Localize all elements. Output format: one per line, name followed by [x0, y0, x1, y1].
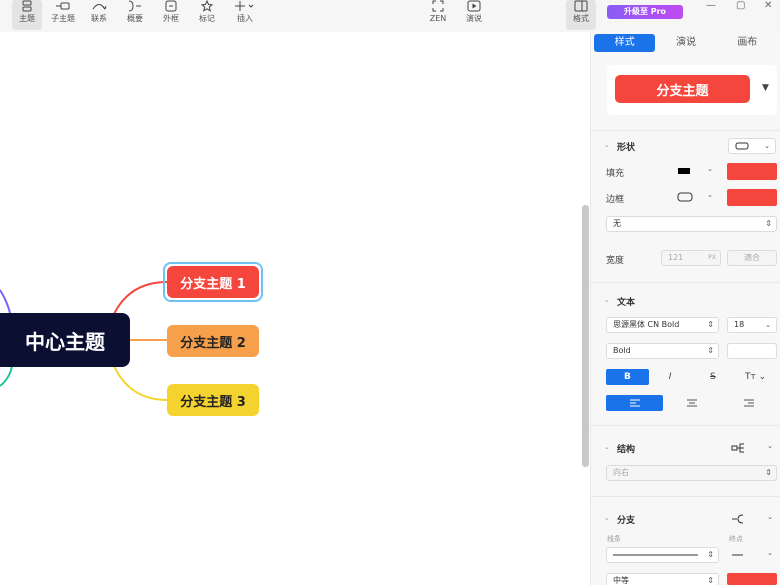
solid-line-icon	[613, 554, 698, 556]
chevron-down-icon: ⌄	[764, 142, 770, 150]
border-shape-dropdown[interactable]: ⌄	[671, 189, 717, 205]
minimize-icon[interactable]: —	[706, 0, 716, 11]
align-right-icon	[743, 399, 754, 407]
divider	[591, 282, 780, 283]
collapse-shape-icon[interactable]: ⌄	[604, 141, 610, 149]
chevron-down-icon: ⌄	[707, 191, 713, 199]
text-format-buttons: B I S Tт ⌄	[606, 369, 777, 385]
border-shape-icon	[677, 192, 693, 202]
end-label: 终点	[729, 535, 743, 543]
align-left-icon	[629, 399, 640, 407]
shape-selector[interactable]: ⌄	[728, 138, 776, 154]
style-preview-card: 分支主题 ▼	[607, 65, 777, 115]
line-style-select[interactable]: ⇕	[606, 547, 719, 563]
text-align-buttons	[606, 395, 777, 411]
connector-lines	[0, 281, 168, 401]
updown-icon: ⇕	[765, 219, 772, 228]
font-weight-value: Bold	[613, 346, 631, 355]
line-thickness-value: 中等	[613, 576, 629, 585]
branch-topic-3[interactable]: 分支主题 3	[167, 384, 259, 416]
collapse-branch-icon[interactable]: ⌄	[604, 514, 610, 522]
central-topic[interactable]: 中心主题	[0, 313, 130, 367]
line-end-icon	[732, 554, 743, 556]
align-center-icon	[686, 399, 697, 407]
border-label: 边框	[606, 195, 625, 205]
align-center-button[interactable]	[663, 395, 720, 411]
text-section-title: 文本	[617, 298, 636, 308]
direction-select[interactable]: 向右 ⇕	[606, 465, 777, 481]
tab-canvas[interactable]: 画布	[717, 34, 778, 52]
maximize-icon[interactable]: ▢	[736, 0, 745, 11]
branch-section-title: 分支	[617, 516, 636, 526]
line-thickness-select[interactable]: 中等 ⇕	[606, 573, 719, 585]
tab-style[interactable]: 样式	[594, 34, 656, 52]
vertical-scrollbar[interactable]	[582, 205, 589, 467]
structure-section-title: 结构	[617, 445, 636, 455]
chevron-down-icon: ⌄	[767, 442, 773, 450]
collapse-structure-icon[interactable]: ⌄	[604, 443, 610, 451]
collapse-text-icon[interactable]: ⌄	[604, 296, 610, 304]
rounded-rect-icon	[735, 142, 749, 150]
connector-branch-3	[113, 365, 168, 401]
branch-style-selector[interactable]: ⌄	[731, 511, 777, 527]
align-left-button[interactable]	[606, 395, 663, 411]
border-color-swatch[interactable]	[727, 189, 777, 206]
direction-value: 向右	[613, 468, 629, 477]
italic-button[interactable]: I	[649, 369, 692, 385]
fill-style-dropdown[interactable]: ⌄	[671, 163, 717, 179]
upgrade-pro-badge[interactable]: 升级至 Pro	[607, 5, 683, 19]
font-family-value: 思源黑体 CN Bold	[613, 320, 680, 329]
shape-section-title: 形状	[617, 143, 636, 153]
updown-icon: ⇕	[765, 468, 772, 477]
panel-tabs: 样式 演说 画布	[594, 34, 778, 52]
app-window: 主题 子主题 联系 概要 外框 标记 插入 ZEN 演说 格式 升级至 Pro …	[0, 0, 780, 585]
text-case-button[interactable]: Tт ⌄	[734, 369, 777, 385]
font-weight-select[interactable]: Bold ⇕	[606, 343, 719, 359]
branch-topic-1[interactable]: 分支主题 1	[167, 266, 259, 298]
bold-button[interactable]: B	[606, 369, 649, 385]
font-size-value: 18	[734, 320, 745, 329]
divider	[591, 496, 780, 497]
style-dropdown-icon[interactable]: ▼	[762, 83, 769, 93]
tab-pitch[interactable]: 演说	[655, 34, 716, 52]
structure-selector[interactable]: ⌄	[731, 440, 777, 456]
font-size-select[interactable]: 18 ⌄	[727, 317, 777, 333]
chevron-down-icon: ⌄	[765, 321, 771, 329]
font-family-select[interactable]: 思源黑体 CN Bold ⇕	[606, 317, 719, 333]
fill-color-swatch[interactable]	[727, 163, 777, 180]
width-input[interactable]: 121 PX	[661, 250, 721, 266]
fit-button[interactable]: 適合	[727, 250, 777, 266]
solid-fill-icon	[678, 168, 690, 174]
left-branch-connector-2	[0, 365, 13, 387]
divider	[591, 130, 780, 131]
text-color-swatch[interactable]	[727, 343, 777, 359]
fill-label: 填充	[606, 169, 625, 179]
chevron-down-icon: ⌄	[707, 165, 713, 173]
branch-topic-2[interactable]: 分支主题 2	[167, 325, 259, 357]
style-preview-button[interactable]: 分支主题	[615, 75, 750, 103]
border-style-value: 无	[613, 219, 621, 228]
line-label: 线条	[607, 535, 621, 543]
format-panel: 样式 演说 画布 分支主题 ▼ ⌄ 形状 ⌄ 填充 ⌄ 边框 ⌄ 无 ⇕ 宽度 …	[590, 32, 780, 585]
text-case-label: Tт	[745, 372, 756, 382]
divider	[591, 425, 780, 426]
align-right-button[interactable]	[720, 395, 777, 411]
chevron-down-icon: ⌄	[767, 513, 773, 521]
updown-icon: ⇕	[707, 320, 714, 329]
branch-color-swatch[interactable]	[727, 573, 777, 585]
border-style-select[interactable]: 无 ⇕	[606, 216, 777, 232]
updown-icon: ⇕	[707, 550, 714, 559]
width-value: 121	[668, 253, 684, 262]
branch-connector-icon	[732, 514, 744, 524]
chevron-down-icon: ⌄	[767, 549, 773, 557]
connector-branch-1	[113, 281, 168, 315]
strikethrough-button[interactable]: S	[692, 369, 735, 385]
close-icon[interactable]: ✕	[764, 0, 772, 11]
updown-icon: ⇕	[707, 346, 714, 355]
structure-icon	[731, 443, 744, 453]
updown-icon: ⇕	[707, 576, 714, 585]
line-end-select[interactable]: ⌄	[731, 547, 777, 563]
width-label: 宽度	[606, 256, 625, 266]
width-unit: PX	[708, 254, 716, 261]
